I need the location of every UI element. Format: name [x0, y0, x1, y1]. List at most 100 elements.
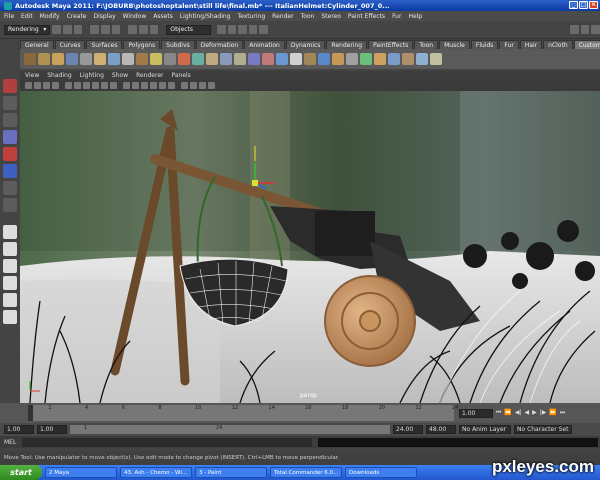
shelf-tool-icon[interactable] [388, 53, 400, 65]
shelf-tab-deformation[interactable]: Deformation [195, 40, 244, 49]
textured-icon[interactable] [150, 82, 157, 89]
outliner-layout-icon[interactable] [3, 276, 17, 290]
menu-assets[interactable]: Assets [153, 13, 173, 20]
close-button[interactable]: × [589, 1, 598, 9]
shelf-tool-icon[interactable] [122, 53, 134, 65]
end-time-field[interactable]: 48.00 [426, 425, 456, 434]
shelf-tab-animation[interactable]: Animation [244, 40, 285, 49]
menu-help[interactable]: Help [408, 13, 422, 20]
snap-grid-icon[interactable] [128, 25, 138, 34]
xray-joints-icon[interactable] [199, 82, 206, 89]
shelf-tool-icon[interactable] [164, 53, 176, 65]
safe-action-icon[interactable] [110, 82, 117, 89]
shelf-tab-hair[interactable]: Hair [519, 40, 543, 49]
graph-layout-icon[interactable] [3, 293, 17, 307]
select-component-icon[interactable] [111, 25, 121, 34]
shelf-tool-icon[interactable] [94, 53, 106, 65]
step-back-key-icon[interactable]: ⏪ [504, 409, 511, 417]
attribute-editor-icon[interactable] [580, 25, 590, 34]
hypershade-icon[interactable] [570, 25, 579, 34]
isolate-select-icon[interactable] [181, 82, 188, 89]
taskbar-item-chemo[interactable]: 43. Ash - Chemo - Wi... [120, 467, 192, 478]
select-hierarchy-icon[interactable] [90, 25, 100, 34]
shelf-tab-general[interactable]: General [20, 40, 54, 49]
taskbar-item-paint[interactable]: 3 - Paint [195, 467, 267, 478]
shelf-tool-icon[interactable] [346, 53, 358, 65]
manipulator-tool-icon[interactable] [3, 181, 17, 195]
taskbar-item-maya[interactable]: 2 Maya [45, 467, 117, 478]
shelf-tool-icon[interactable] [248, 53, 260, 65]
camera-attributes-icon[interactable] [34, 82, 41, 89]
menu-fur[interactable]: Fur [392, 13, 401, 20]
start-button[interactable]: start [0, 465, 42, 480]
shelf-tool-icon[interactable] [108, 53, 120, 65]
lights-icon[interactable] [159, 82, 166, 89]
shelf-tool-icon[interactable] [430, 53, 442, 65]
play-backward-icon[interactable]: ◀ [525, 409, 530, 417]
scale-tool-icon[interactable] [3, 164, 17, 178]
menu-paint-effects[interactable]: Paint Effects [348, 13, 385, 20]
playback-end-field[interactable]: 24.00 [393, 425, 423, 434]
single-pane-layout-icon[interactable] [3, 225, 17, 239]
render-settings-icon[interactable] [259, 25, 269, 34]
select-tool-icon[interactable] [3, 79, 17, 93]
shelf-tab-painteffects[interactable]: PaintEffects [368, 40, 414, 49]
snap-curve-icon[interactable] [139, 25, 148, 34]
menu-window[interactable]: Window [123, 13, 147, 20]
maximize-button[interactable]: □ [579, 1, 588, 9]
menu-create[interactable]: Create [67, 13, 87, 20]
current-frame-field[interactable]: 1.00 [459, 409, 493, 418]
3d-viewport[interactable]: persp [20, 91, 600, 403]
render-view-icon[interactable] [227, 25, 237, 34]
panel-menu-renderer[interactable]: Renderer [136, 72, 163, 79]
panel-menu-shading[interactable]: Shading [47, 72, 71, 79]
shelf-tool-icon[interactable] [318, 53, 330, 65]
shelf-tab-ncloth[interactable]: nCloth [543, 40, 573, 49]
taskbar-item-downloads[interactable]: Downloads [345, 467, 417, 478]
shelf-tab-polygons[interactable]: Polygons [123, 40, 161, 49]
menu-lighting-shading[interactable]: Lighting/Shading [180, 13, 231, 20]
ipr-render-icon[interactable] [248, 25, 258, 34]
paint-select-tool-icon[interactable] [3, 113, 17, 127]
shelf-tool-icon[interactable] [374, 53, 386, 65]
select-object-icon[interactable] [101, 25, 110, 34]
menu-stereo[interactable]: Stereo [321, 13, 341, 20]
shelf-tool-icon[interactable] [290, 53, 302, 65]
shelf-tab-fur[interactable]: Fur [499, 40, 519, 49]
anim-layer-dropdown[interactable]: No Anim Layer [459, 425, 511, 434]
shelf-tab-muscle[interactable]: Muscle [439, 40, 470, 49]
shelf-tool-icon[interactable] [402, 53, 414, 65]
panel-menu-show[interactable]: Show [112, 72, 128, 79]
shelf-tab-custom[interactable]: Custom [573, 40, 600, 49]
image-plane-icon[interactable] [52, 82, 59, 89]
character-set-dropdown[interactable]: No Character Set [514, 425, 572, 434]
shelf-tool-icon[interactable] [416, 53, 428, 65]
lasso-tool-icon[interactable] [3, 96, 17, 110]
shelf-tool-icon[interactable] [66, 53, 78, 65]
move-tool-icon[interactable] [3, 130, 17, 144]
shelf-tool-icon[interactable] [178, 53, 190, 65]
history-icon[interactable] [216, 25, 226, 34]
shelf-tool-icon[interactable] [52, 53, 64, 65]
shelf-tool-icon[interactable] [220, 53, 232, 65]
menu-display[interactable]: Display [94, 13, 116, 20]
time-slider[interactable]: 1 2 4 6 8 10 12 14 16 18 20 22 24 1.00 ⏮ ⏪ ◀| ◀ ▶ |▶… [0, 403, 600, 423]
objects-field[interactable]: Objects [166, 24, 211, 35]
bookmark-icon[interactable] [43, 82, 50, 89]
shelf-tab-subdivs[interactable]: Subdivs [161, 40, 195, 49]
range-bar[interactable]: 1 24 [70, 425, 390, 434]
save-scene-icon[interactable] [73, 25, 83, 34]
command-input[interactable] [22, 437, 313, 447]
last-tool-icon[interactable] [3, 198, 17, 212]
step-forward-key-icon[interactable]: ⏩ [549, 409, 556, 417]
play-forward-icon[interactable]: ▶ [532, 409, 537, 417]
wireframe-icon[interactable] [123, 82, 130, 89]
film-gate-icon[interactable] [74, 82, 81, 89]
rotate-tool-icon[interactable] [3, 147, 17, 161]
menu-edit[interactable]: Edit [21, 13, 33, 20]
go-to-end-icon[interactable]: ⏭ [560, 409, 565, 417]
panel-menu-view[interactable]: View [25, 72, 39, 79]
start-time-field[interactable]: 1.00 [4, 425, 34, 434]
panel-menu-panels[interactable]: Panels [171, 72, 190, 79]
field-chart-icon[interactable] [101, 82, 108, 89]
